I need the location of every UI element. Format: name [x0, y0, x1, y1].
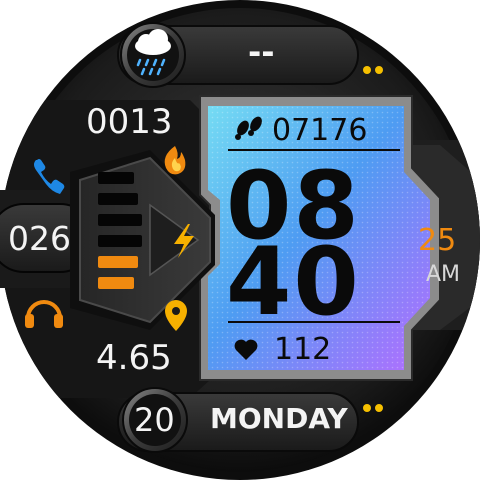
battery-gauge-segment	[98, 256, 138, 268]
battery-value: 026	[8, 219, 71, 258]
battery-gauge-segment	[98, 277, 134, 289]
weekday-label: MONDAY	[210, 402, 348, 435]
battery-gauge-segment	[98, 193, 138, 205]
calories-value: 0013	[86, 102, 173, 142]
day-number: 20	[134, 401, 175, 439]
battery-gauge-segment	[98, 172, 134, 184]
battery-gauge-segment	[98, 235, 142, 247]
distance-value: 4.65	[96, 338, 172, 378]
steps-value: 07176	[272, 113, 368, 148]
seconds-display: 25	[418, 223, 457, 258]
weather-temperature: --	[248, 33, 275, 71]
ampm-display: AM	[426, 262, 461, 287]
heart-rate-value: 112	[274, 332, 332, 367]
battery-gauge-segment	[98, 214, 142, 226]
minute-display: 40	[226, 228, 361, 337]
